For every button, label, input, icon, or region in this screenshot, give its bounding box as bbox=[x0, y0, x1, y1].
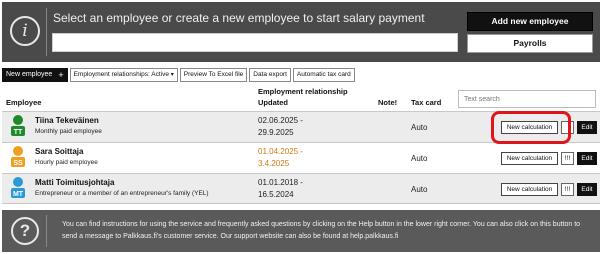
warning-button[interactable]: !!! bbox=[561, 183, 574, 196]
data-export-button[interactable]: Data export bbox=[249, 67, 291, 82]
banner-prompt: Select an employee or create a new emplo… bbox=[53, 11, 425, 25]
avatar-initials: SS bbox=[13, 160, 23, 167]
help-banner: ? You can find instructions for using th… bbox=[2, 210, 600, 252]
plus-icon: + bbox=[58, 69, 64, 80]
employee-type: Hourly paid employee bbox=[35, 159, 98, 166]
annotation-highlight bbox=[491, 111, 571, 144]
header-banner: i Select an employee or create a new emp… bbox=[2, 2, 600, 62]
automatic-tax-card-button[interactable]: Automatic tax card bbox=[292, 67, 355, 82]
toolbar: New employee + Employment relationships:… bbox=[2, 67, 355, 82]
relationship-start: 02.06.2025 - bbox=[258, 116, 303, 125]
column-header-updated: Updated bbox=[258, 98, 288, 107]
warning-button[interactable]: !!! bbox=[561, 152, 574, 165]
new-employee-button[interactable]: New employee + bbox=[2, 67, 68, 82]
new-calculation-button[interactable]: New calculation bbox=[501, 183, 558, 196]
column-header-relationship: Employment relationship bbox=[258, 87, 348, 96]
new-employee-label: New employee bbox=[6, 70, 53, 78]
avatar-initials: TT bbox=[14, 129, 23, 136]
employee-select-field[interactable] bbox=[52, 33, 458, 52]
edit-button[interactable]: Edit bbox=[577, 183, 597, 196]
info-icon: i bbox=[10, 16, 40, 46]
hourly-employee-icon: SS bbox=[11, 146, 25, 167]
entrepreneur-icon: MT bbox=[11, 177, 25, 198]
employee-name[interactable]: Matti Toimitusjohtaja bbox=[35, 178, 114, 187]
banner-divider bbox=[46, 8, 47, 56]
relationship-end: 3.4.2025 bbox=[258, 159, 290, 168]
new-calculation-button[interactable]: New calculation bbox=[501, 152, 558, 165]
relationship-filter-label: Employment relationships: Active bbox=[73, 70, 169, 78]
chevron-down-icon: ▾ bbox=[170, 71, 174, 78]
edit-button[interactable]: Edit bbox=[577, 121, 597, 134]
relationship-start: 01.04.2025 - bbox=[258, 147, 303, 156]
table-row[interactable]: MT Matti Toimitusjohtaja Entrepreneur or… bbox=[2, 173, 600, 204]
employee-type: Entrepreneur or a member of an entrepren… bbox=[35, 190, 209, 197]
monthly-employee-icon: TT bbox=[11, 115, 25, 136]
avatar-initials: MT bbox=[13, 191, 24, 198]
employee-name[interactable]: Tiina Tekeväinen bbox=[35, 116, 99, 125]
edit-button[interactable]: Edit bbox=[577, 152, 597, 165]
help-text: You can find instructions for using the … bbox=[62, 221, 581, 240]
table-row[interactable]: SS Sara Soittaja Hourly paid employee 01… bbox=[2, 142, 600, 173]
employee-type: Monthly paid employee bbox=[35, 128, 102, 135]
relationship-end: 29.9.2025 bbox=[258, 128, 294, 137]
column-header-note: Note! bbox=[378, 98, 398, 107]
add-new-employee-button[interactable]: Add new employee bbox=[467, 12, 593, 31]
column-header-employee: Employee bbox=[6, 98, 42, 107]
employee-name[interactable]: Sara Soittaja bbox=[35, 147, 83, 156]
footer-divider bbox=[46, 215, 47, 247]
tax-card-value: Auto bbox=[411, 185, 428, 194]
help-icon: ? bbox=[11, 217, 39, 245]
payrolls-button[interactable]: Payrolls bbox=[467, 34, 593, 53]
column-header-tax-card: Tax card bbox=[411, 98, 442, 107]
tax-card-value: Auto bbox=[411, 154, 428, 163]
relationship-filter-dropdown[interactable]: Employment relationships: Active ▾ bbox=[69, 67, 178, 82]
relationship-start: 01.01.2018 - bbox=[258, 178, 303, 187]
relationship-end: 16.5.2024 bbox=[258, 190, 294, 199]
preview-excel-button[interactable]: Preview To Excel file bbox=[179, 67, 248, 82]
tax-card-value: Auto bbox=[411, 123, 428, 132]
text-search-input[interactable] bbox=[458, 90, 596, 108]
